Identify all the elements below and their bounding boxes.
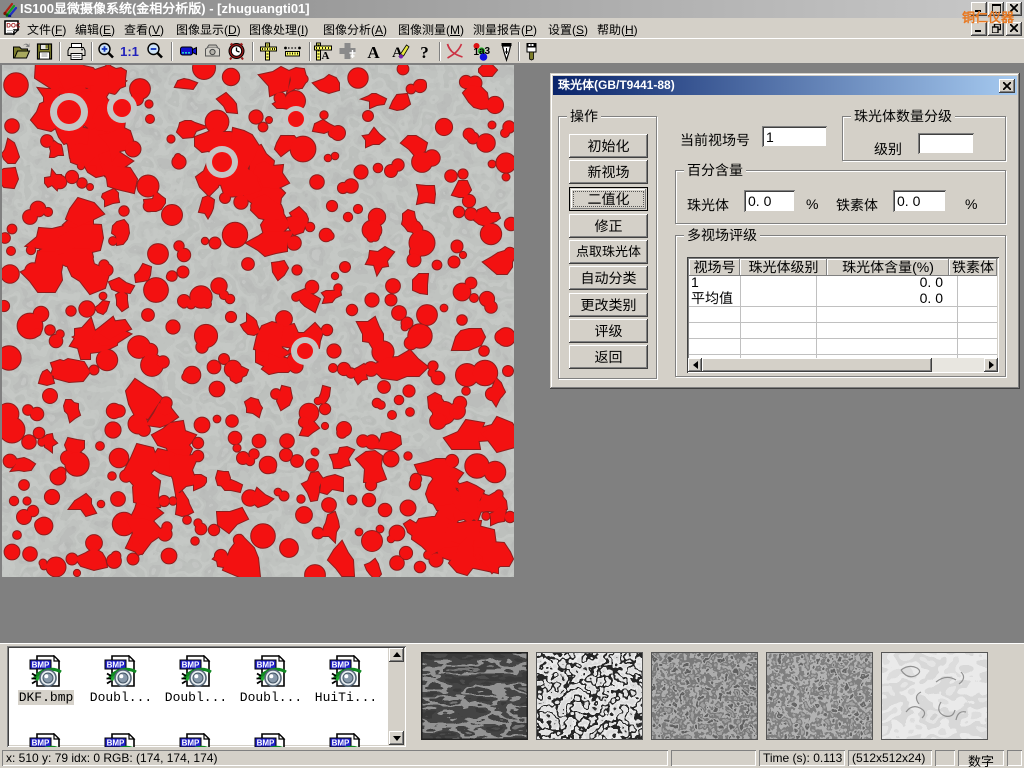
svg-text:BMP: BMP (257, 739, 275, 748)
svg-text:3: 3 (485, 46, 491, 57)
svg-text:BMP: BMP (32, 739, 50, 748)
svg-text:BMP: BMP (32, 661, 50, 670)
svg-text:?: ? (420, 43, 429, 62)
svg-text:BMP: BMP (257, 661, 275, 670)
svg-text:BMP: BMP (182, 661, 200, 670)
svg-text:BMP: BMP (182, 739, 200, 748)
svg-text:DOC: DOC (6, 23, 20, 30)
svg-text:1:1: 1:1 (120, 44, 139, 59)
svg-text:BMP: BMP (107, 661, 125, 670)
svg-text:BMP: BMP (332, 661, 350, 670)
svg-text:BMP: BMP (332, 739, 350, 748)
svg-text:A: A (367, 43, 380, 62)
svg-text:BMP: BMP (107, 739, 125, 748)
svg-text:A: A (322, 50, 330, 62)
